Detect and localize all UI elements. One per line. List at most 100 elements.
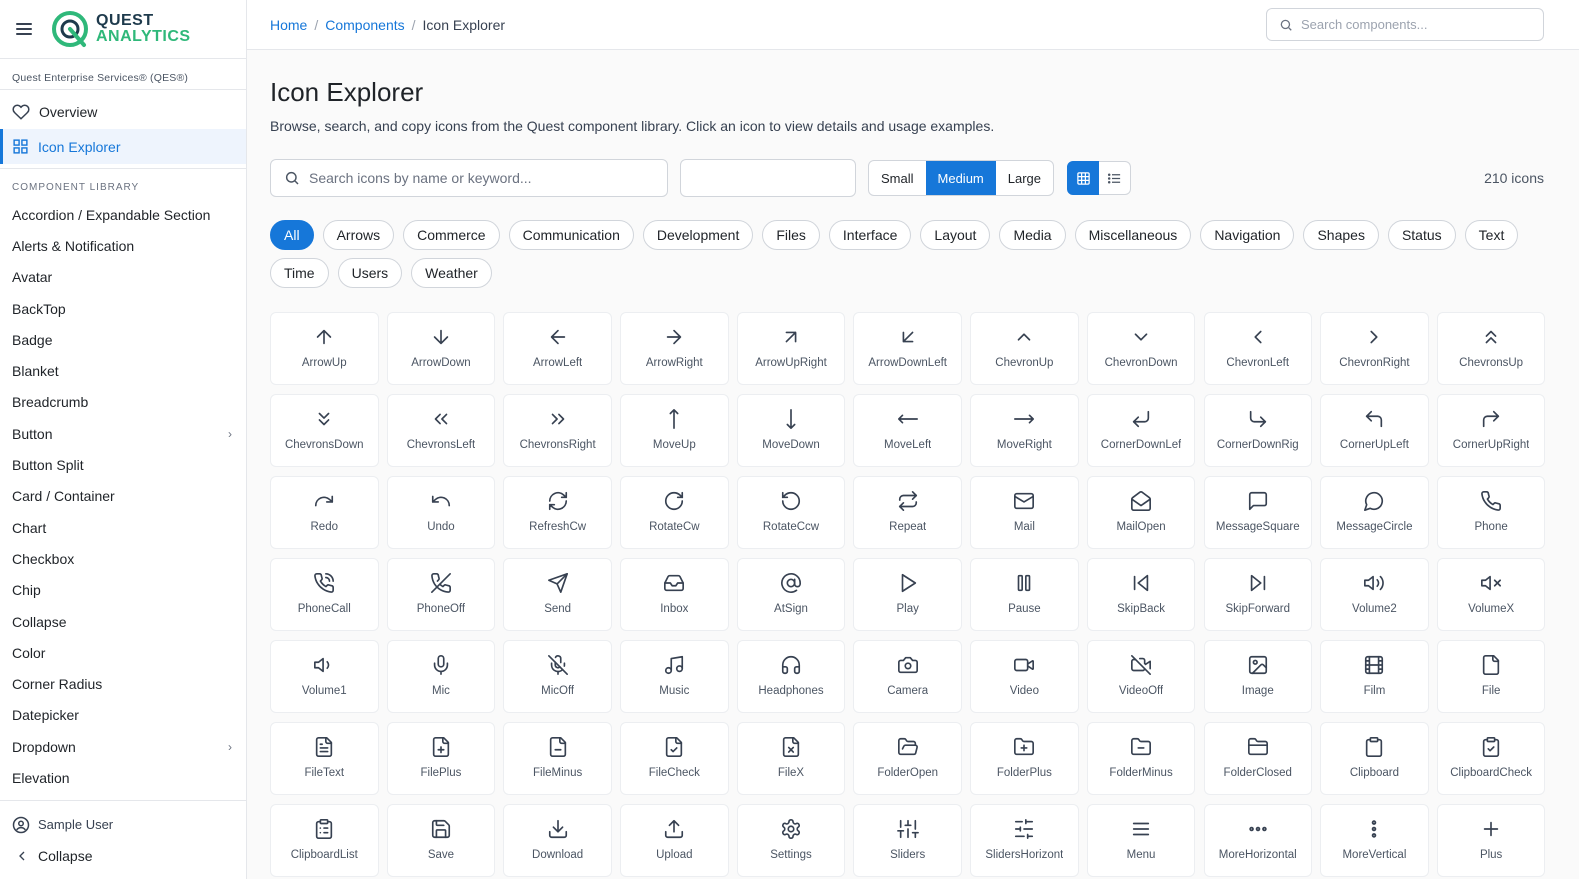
sidebar-item-button[interactable]: Button › [0, 418, 246, 449]
category-chip-communication[interactable]: Communication [508, 220, 634, 250]
nav-item-overview[interactable]: Overview [0, 94, 246, 129]
icon-tile-clipboard-list[interactable]: ClipboardList [270, 804, 379, 877]
category-chip-commerce[interactable]: Commerce [403, 220, 500, 250]
icon-search[interactable] [270, 159, 668, 197]
icon-tile-plus[interactable]: Plus [1436, 804, 1546, 877]
icon-tile-move-up[interactable]: MoveUp [620, 394, 729, 467]
sidebar-item-dropdown[interactable]: Dropdown › [0, 731, 246, 762]
icon-tile-chevron-down[interactable]: ChevronDown [1086, 312, 1196, 385]
category-chip-text[interactable]: Text [1464, 220, 1519, 250]
sidebar-item-backtop[interactable]: BackTop [0, 293, 246, 324]
icon-tile-arrow-left[interactable]: ArrowLeft [503, 312, 612, 385]
icon-tile-arrow-down[interactable]: ArrowDown [386, 312, 496, 385]
icon-tile-arrow-up-right[interactable]: ArrowUpRight [736, 312, 846, 385]
icon-tile-at-sign[interactable]: AtSign [736, 558, 846, 631]
grid-view-button[interactable] [1067, 161, 1100, 195]
icon-tile-arrow-down-left[interactable]: ArrowDownLeft [853, 312, 962, 385]
sidebar-item-elevation[interactable]: Elevation [0, 762, 246, 793]
icon-tile-phone[interactable]: Phone [1436, 476, 1546, 549]
icon-tile-rotate-cw[interactable]: RotateCw [620, 476, 729, 549]
icon-tile-arrow-right[interactable]: ArrowRight [620, 312, 729, 385]
icon-tile-chevrons-down[interactable]: ChevronsDown [270, 394, 379, 467]
sidebar-item-avatar[interactable]: Avatar [0, 262, 246, 293]
icon-tile-corner-up-left[interactable]: CornerUpLeft [1320, 394, 1429, 467]
sidebar-item-breadcrumb[interactable]: Breadcrumb [0, 387, 246, 418]
icon-tile-sliders[interactable]: Sliders [853, 804, 962, 877]
icon-search-input[interactable] [309, 170, 649, 186]
icon-tile-more-vertical[interactable]: MoreVertical [1320, 804, 1429, 877]
icon-tile-skip-forward[interactable]: SkipForward [1203, 558, 1312, 631]
sidebar-item-chart[interactable]: Chart [0, 512, 246, 543]
size-medium-button[interactable]: Medium [925, 161, 996, 195]
category-chip-navigation[interactable]: Navigation [1200, 220, 1295, 250]
sidebar-item-blanket[interactable]: Blanket [0, 355, 246, 386]
sidebar-item-alerts-notification[interactable]: Alerts & Notification [0, 230, 246, 261]
icon-tile-chevrons-right[interactable]: ChevronsRight [503, 394, 612, 467]
icon-tile-play[interactable]: Play [853, 558, 962, 631]
icon-tile-message-square[interactable]: MessageSquare [1203, 476, 1312, 549]
category-chip-users[interactable]: Users [337, 258, 403, 288]
icon-tile-arrow-up[interactable]: ArrowUp [270, 312, 379, 385]
category-chip-arrows[interactable]: Arrows [322, 220, 395, 250]
icon-tile-corner-down-rig[interactable]: CornerDownRig [1203, 394, 1312, 467]
icon-tile-corner-up-right[interactable]: CornerUpRight [1436, 394, 1546, 467]
icon-tile-corner-down-lef[interactable]: CornerDownLef [1086, 394, 1196, 467]
icon-tile-settings[interactable]: Settings [736, 804, 846, 877]
icon-tile-repeat[interactable]: Repeat [853, 476, 962, 549]
icon-tile-save[interactable]: Save [386, 804, 496, 877]
icon-tile-chevrons-up[interactable]: ChevronsUp [1436, 312, 1546, 385]
icon-tile-undo[interactable]: Undo [386, 476, 496, 549]
icon-tile-video[interactable]: Video [970, 640, 1079, 713]
icon-tile-chevron-up[interactable]: ChevronUp [970, 312, 1079, 385]
category-chip-development[interactable]: Development [642, 220, 754, 250]
icon-tile-mail[interactable]: Mail [970, 476, 1079, 549]
hamburger-menu-icon[interactable] [16, 23, 32, 35]
icon-tile-upload[interactable]: Upload [620, 804, 729, 877]
icon-tile-rotate-ccw[interactable]: RotateCcw [736, 476, 846, 549]
icon-tile-move-left[interactable]: MoveLeft [853, 394, 962, 467]
sidebar-item-checkbox[interactable]: Checkbox [0, 543, 246, 574]
icon-tile-menu[interactable]: Menu [1086, 804, 1196, 877]
category-chip-layout[interactable]: Layout [920, 220, 991, 250]
icon-tile-folder-plus[interactable]: FolderPlus [970, 722, 1079, 795]
icon-tile-mail-open[interactable]: MailOpen [1086, 476, 1196, 549]
icon-tile-music[interactable]: Music [620, 640, 729, 713]
category-chip-media[interactable]: Media [999, 220, 1066, 250]
icon-tile-refresh-cw[interactable]: RefreshCw [503, 476, 612, 549]
icon-tile-phone-off[interactable]: PhoneOff [386, 558, 496, 631]
icon-tile-sliders-horizont[interactable]: SlidersHorizont [970, 804, 1079, 877]
icon-tile-chevrons-left[interactable]: ChevronsLeft [386, 394, 496, 467]
sidebar-item-badge[interactable]: Badge [0, 324, 246, 355]
size-small-button[interactable]: Small [869, 161, 926, 195]
icon-tile-move-down[interactable]: MoveDown [736, 394, 846, 467]
icon-tile-volume1[interactable]: Volume1 [270, 640, 379, 713]
icon-tile-download[interactable]: Download [503, 804, 612, 877]
category-chip-interface[interactable]: Interface [828, 220, 912, 250]
icon-tile-image[interactable]: Image [1203, 640, 1312, 713]
icon-tile-file-text[interactable]: FileText [270, 722, 379, 795]
component-search[interactable] [1266, 8, 1544, 41]
icon-tile-file-plus[interactable]: FilePlus [386, 722, 496, 795]
sidebar-item-card-container[interactable]: Card / Container [0, 481, 246, 512]
sidebar-item-chip[interactable]: Chip [0, 575, 246, 606]
category-chip-weather[interactable]: Weather [411, 258, 492, 288]
icon-tile-chevron-right[interactable]: ChevronRight [1320, 312, 1429, 385]
icon-tile-more-horizontal[interactable]: MoreHorizontal [1203, 804, 1312, 877]
sidebar-item-corner-radius[interactable]: Corner Radius [0, 668, 246, 699]
component-search-input[interactable] [1301, 17, 1521, 32]
icon-tile-message-circle[interactable]: MessageCircle [1320, 476, 1429, 549]
icon-tile-skip-back[interactable]: SkipBack [1086, 558, 1196, 631]
icon-tile-volume2[interactable]: Volume2 [1320, 558, 1429, 631]
icon-tile-file-minus[interactable]: FileMinus [503, 722, 612, 795]
icon-tile-mic[interactable]: Mic [386, 640, 496, 713]
category-chip-miscellaneous[interactable]: Miscellaneous [1074, 220, 1192, 250]
icon-tile-phone-call[interactable]: PhoneCall [270, 558, 379, 631]
collapse-button[interactable]: Collapse [0, 840, 246, 871]
icon-tile-inbox[interactable]: Inbox [620, 558, 729, 631]
icon-tile-send[interactable]: Send [503, 558, 612, 631]
icon-tile-pause[interactable]: Pause [970, 558, 1079, 631]
list-view-button[interactable] [1099, 161, 1132, 195]
icon-tile-film[interactable]: Film [1320, 640, 1429, 713]
icon-tile-chevron-left[interactable]: ChevronLeft [1203, 312, 1312, 385]
icon-tile-file[interactable]: File [1436, 640, 1546, 713]
